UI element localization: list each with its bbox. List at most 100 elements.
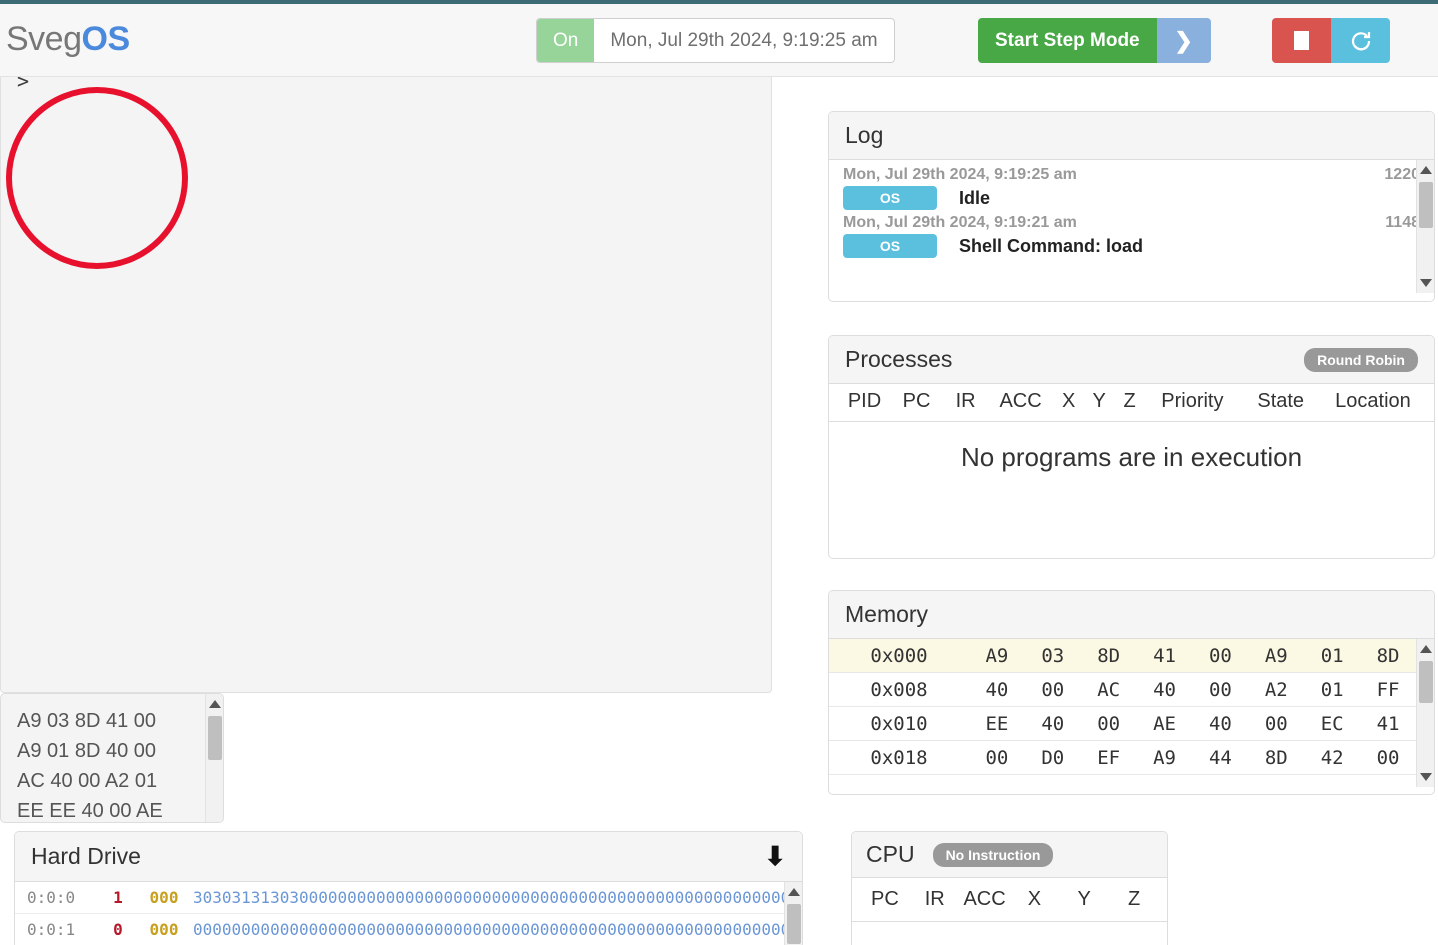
memory-cell: 00 [1041, 678, 1065, 701]
log-entry: Mon, Jul 29th 2024, 9:19:25 am 1220 OS I… [843, 166, 1420, 210]
hard-drive-scrollbar-thumb[interactable] [787, 904, 801, 944]
hard-drive-tsb: 0:0:1 [27, 920, 76, 939]
log-entry-body: OS Idle [843, 186, 1420, 210]
log-panel-header: Log [829, 112, 1434, 160]
memory-cell: 42 [1320, 746, 1344, 769]
memory-cell: 00 [1376, 746, 1400, 769]
log-source-badge: OS [843, 234, 937, 258]
collapse-down-arrow-icon[interactable]: ⬇ [764, 841, 786, 872]
chevron-right-icon: ❯ [1174, 27, 1193, 53]
program-input-line: EE EE 40 00 AE [17, 800, 163, 822]
memory-cell: D0 [1041, 746, 1065, 769]
refresh-icon [1351, 31, 1370, 50]
memory-cell: 44 [1208, 746, 1232, 769]
memory-cell: FF [1376, 678, 1400, 701]
scroll-up-arrow-icon[interactable] [1420, 645, 1432, 653]
processes-col-location: Location [1335, 390, 1411, 412]
hard-drive-next-ptr: 000 [149, 920, 179, 939]
machine-controls-group [1272, 18, 1390, 63]
cpu-col-ir: IR [924, 888, 945, 910]
program-input-scrollbar[interactable] [205, 694, 223, 822]
log-entry-meta: Mon, Jul 29th 2024, 9:19:21 am 1148 [843, 214, 1420, 232]
hard-drive-row: 0:0:0 1 000 3030313130300000000000000000… [15, 882, 802, 914]
memory-row: 0x008 40 00 AC 40 00 A2 01 FF [829, 673, 1434, 707]
log-entry: Mon, Jul 29th 2024, 9:19:21 am 1148 OS S… [843, 214, 1420, 258]
processes-col-z: Z [1123, 390, 1136, 412]
start-step-mode-button[interactable]: Start Step Mode [978, 18, 1157, 63]
hard-drive-scrollbar[interactable] [784, 882, 802, 945]
memory-scrollbar[interactable] [1416, 639, 1434, 787]
memory-cell: A9 [985, 644, 1009, 667]
step-next-button[interactable]: ❯ [1156, 18, 1211, 63]
app-logo: SvegOS [6, 20, 130, 59]
cpu-title: CPU [866, 841, 915, 867]
log-entry-time: Mon, Jul 29th 2024, 9:19:21 am [843, 214, 1077, 231]
cpu-col-acc: ACC [963, 888, 1006, 910]
memory-row-address: 0x000 [870, 644, 928, 667]
shell-terminal[interactable]: >load Process ID: 0 > [0, 4, 772, 693]
memory-panel-header: Memory [829, 591, 1434, 639]
hard-drive-used-flag: 0 [113, 920, 123, 939]
memory-row-address: 0x008 [870, 678, 928, 701]
hard-drive-row: 0:0:1 0 000 0000000000000000000000000000… [15, 914, 802, 945]
memory-table[interactable]: 0x000 A9 03 8D 41 00 A9 01 8D 0x008 40 0… [829, 639, 1434, 787]
log-title: Log [845, 122, 884, 148]
memory-cell: AC [1097, 678, 1121, 701]
scroll-down-arrow-icon[interactable] [1420, 279, 1432, 287]
memory-cell: 40 [1153, 678, 1176, 701]
memory-cell: 41 [1153, 644, 1176, 667]
log-scrollbar[interactable] [1416, 160, 1434, 293]
memory-cell: EF [1097, 746, 1121, 769]
halt-button[interactable] [1272, 18, 1331, 63]
memory-cell: 8D [1097, 644, 1121, 667]
scroll-up-arrow-icon[interactable] [788, 888, 800, 896]
memory-cell: 40 [985, 678, 1009, 701]
memory-cell: 00 [985, 746, 1009, 769]
program-input-content[interactable]: A9 03 8D 41 00 A9 01 8D 40 00 AC 40 00 A… [1, 694, 223, 822]
log-entry-meta: Mon, Jul 29th 2024, 9:19:25 am 1220 [843, 166, 1420, 184]
log-list[interactable]: Mon, Jul 29th 2024, 9:19:25 am 1220 OS I… [829, 160, 1434, 293]
memory-row-address: 0x010 [870, 712, 928, 735]
power-status-badge: On [537, 19, 595, 62]
log-source-badge: OS [843, 186, 937, 210]
memory-cell: 41 [1376, 712, 1400, 735]
logo-text-primary: Sveg [6, 20, 82, 58]
log-panel: Log Mon, Jul 29th 2024, 9:19:25 am 1220 … [828, 111, 1435, 302]
log-scrollbar-thumb[interactable] [1419, 182, 1433, 228]
memory-cell: EE [985, 712, 1009, 735]
memory-cell: 03 [1041, 644, 1065, 667]
program-input-scrollbar-thumb[interactable] [208, 716, 222, 760]
cpu-col-z: Z [1127, 888, 1141, 910]
hard-drive-table[interactable]: 0:0:0 1 000 3030313130300000000000000000… [15, 882, 802, 945]
processes-col-pc: PC [902, 390, 931, 412]
memory-scrollbar-thumb[interactable] [1419, 661, 1433, 703]
scroll-down-arrow-icon[interactable] [1420, 773, 1432, 781]
processes-col-priority: Priority [1161, 390, 1224, 412]
scroll-up-arrow-icon[interactable] [1420, 166, 1432, 174]
hard-drive-panel: Hard Drive ⬇ 0:0:0 1 000 303031313030000… [14, 831, 803, 945]
memory-cell: 01 [1320, 644, 1344, 667]
processes-panel: Processes Round Robin PID PC IR ACC X Y … [828, 335, 1435, 559]
hard-drive-title: Hard Drive [31, 843, 141, 869]
cpu-table-header: PC IR ACC X Y Z [852, 878, 1167, 922]
program-input-panel[interactable]: A9 03 8D 41 00 A9 01 8D 40 00 AC 40 00 A… [0, 693, 224, 823]
memory-row: 0x018 00 D0 EF A9 44 8D 42 00 [829, 741, 1434, 775]
log-entry-message: Idle [959, 187, 991, 208]
log-scroll-content: Mon, Jul 29th 2024, 9:19:25 am 1220 OS I… [829, 160, 1434, 258]
step-mode-group: Start Step Mode ❯ [978, 18, 1211, 63]
processes-empty-message: No programs are in execution [960, 442, 1303, 472]
log-entry-body: OS Shell Command: load [843, 234, 1420, 258]
app-root: SvegOS On Mon, Jul 29th 2024, 9:19:25 am… [0, 0, 1438, 945]
scroll-up-arrow-icon[interactable] [209, 700, 221, 708]
processes-title: Processes [845, 346, 953, 372]
reset-button[interactable] [1331, 18, 1390, 63]
hard-drive-used-flag: 1 [113, 888, 123, 907]
memory-cell: 8D [1376, 644, 1400, 667]
logo-text-accent: OS [81, 20, 131, 58]
processes-table-header: PID PC IR ACC X Y Z Priority State Locat… [829, 384, 1434, 422]
processes-col-ir: IR [955, 390, 976, 412]
program-input-line: A9 01 8D 40 00 [17, 740, 156, 762]
memory-row-address: 0x018 [870, 746, 928, 769]
cpu-status-badge: No Instruction [932, 842, 1054, 867]
memory-cell: EC [1320, 712, 1344, 735]
